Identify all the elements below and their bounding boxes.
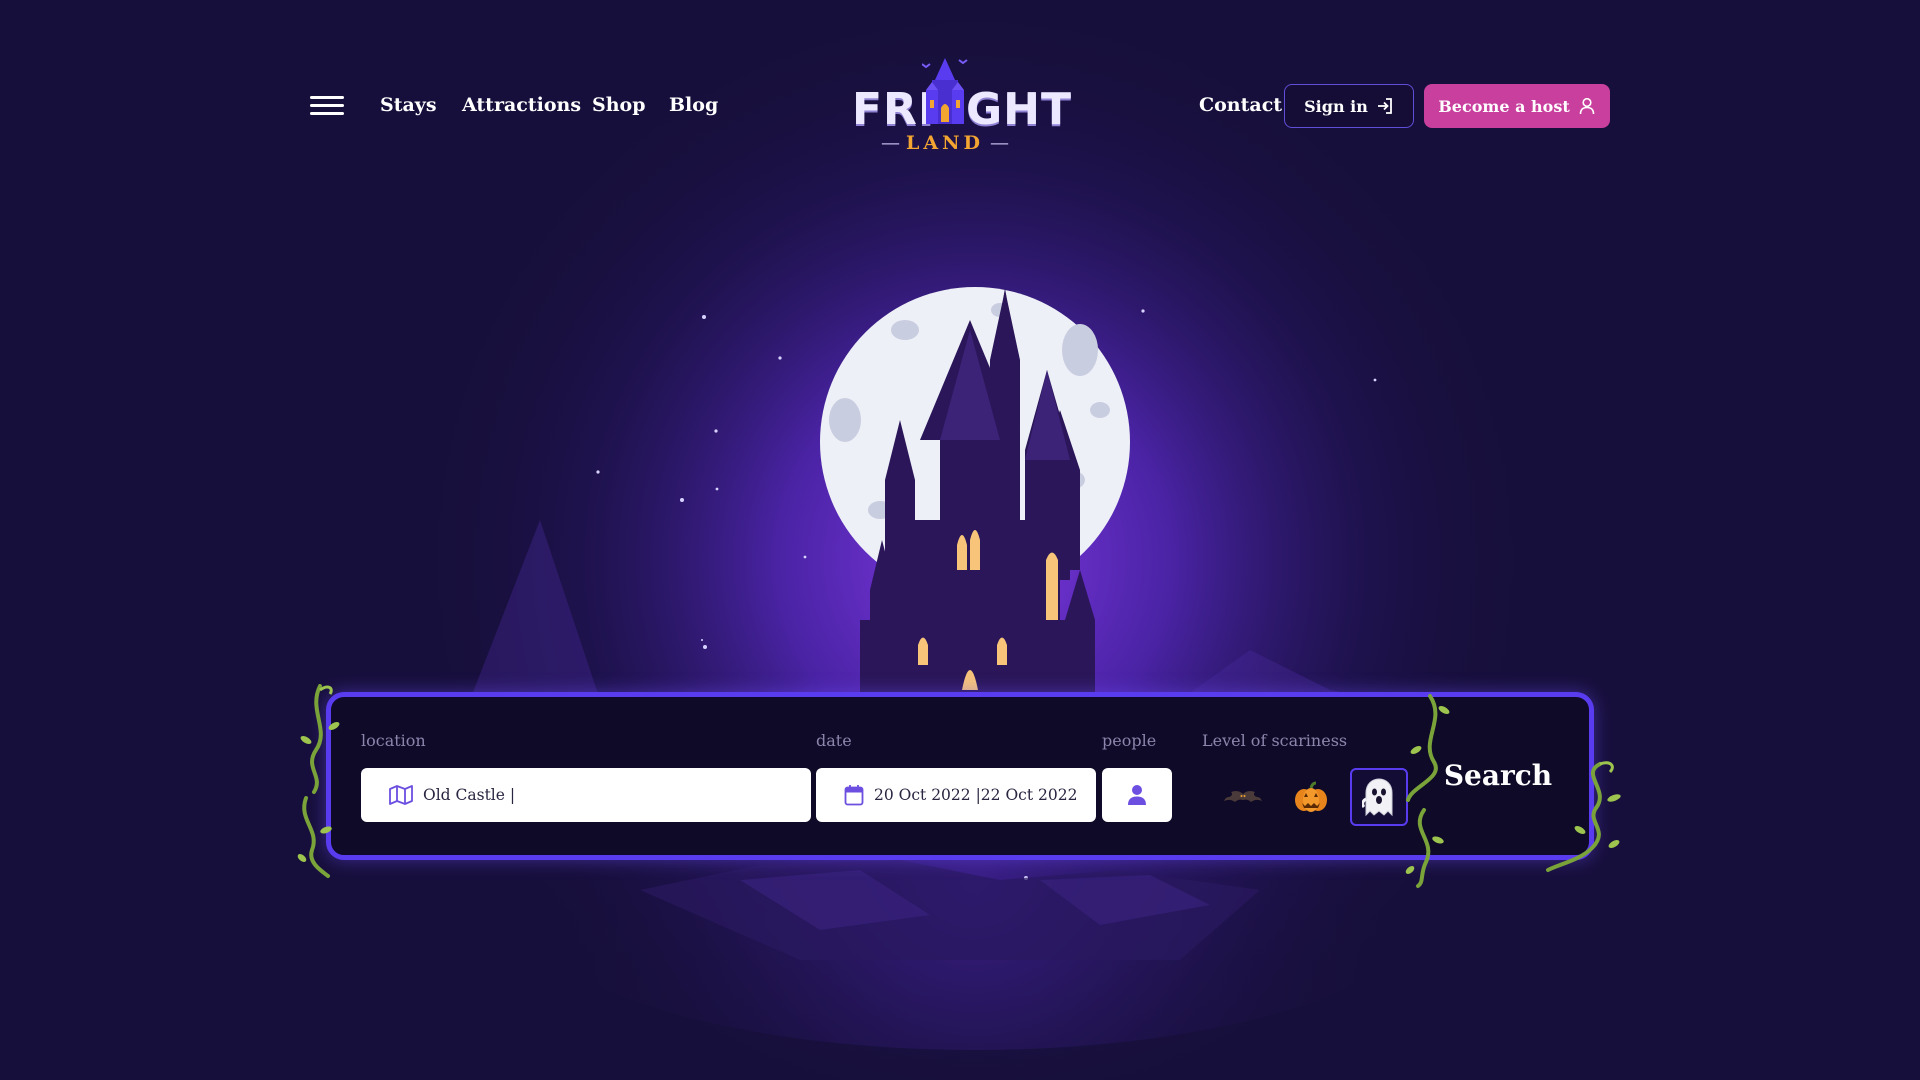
logo-subtitle: — LAND — [850,132,1040,154]
date-label: date [816,731,852,750]
become-host-button[interactable]: Become a host [1424,84,1610,128]
menu-line [310,112,344,115]
sign-in-button[interactable]: Sign in [1284,84,1414,128]
nav-link-shop[interactable]: Shop [592,94,646,116]
sign-in-label: Sign in [1304,96,1368,116]
become-host-label: Become a host [1438,96,1570,116]
nav-link-blog[interactable]: Blog [669,94,718,116]
top-navigation: Stays Attractions Shop Blog FRI GHT — LA… [0,0,1920,160]
bat-icon [1224,790,1262,802]
location-input[interactable]: Old Castle | [361,768,811,822]
pumpkin-icon [1295,781,1327,812]
people-label: people [1102,731,1157,750]
menu-line [310,96,344,99]
map-icon [389,785,413,805]
logo-dash: — [880,132,907,154]
ghost-icon [1362,778,1393,817]
logo-dash: — [983,132,1010,154]
people-selector[interactable] [1102,768,1172,822]
person-icon [1128,785,1146,805]
scariness-label: Level of scariness [1202,731,1348,750]
location-label: location [361,731,426,750]
frightland-logo[interactable]: FRI GHT — LAND — [850,56,1071,156]
menu-line [310,104,344,107]
search-button[interactable]: Search [1443,747,1553,803]
date-input[interactable]: 20 Oct 2022 |22 Oct 2022 [816,768,1096,822]
nav-link-stays[interactable]: Stays [380,94,437,116]
nav-link-contact[interactable]: Contact [1199,94,1282,116]
date-value: 20 Oct 2022 |22 Oct 2022 [874,786,1078,804]
hero-illustration [0,0,1920,1080]
calendar-icon [844,784,864,806]
haunted-castle-icon [922,58,968,124]
scariness-option-pumpkin[interactable] [1282,768,1340,826]
logo-subtitle-text: LAND [906,132,984,154]
logo-text-right: GHT [966,84,1072,135]
nav-link-attractions[interactable]: Attractions [462,94,581,116]
user-icon [1579,97,1595,115]
scariness-option-ghost[interactable] [1350,768,1408,826]
hamburger-menu-icon[interactable] [310,96,344,118]
scariness-option-bat[interactable] [1214,768,1272,826]
sign-in-arrow-icon [1377,98,1392,114]
location-value: Old Castle | [423,786,516,804]
search-panel: location Old Castle | date 20 Oct 2022 |… [326,692,1594,860]
